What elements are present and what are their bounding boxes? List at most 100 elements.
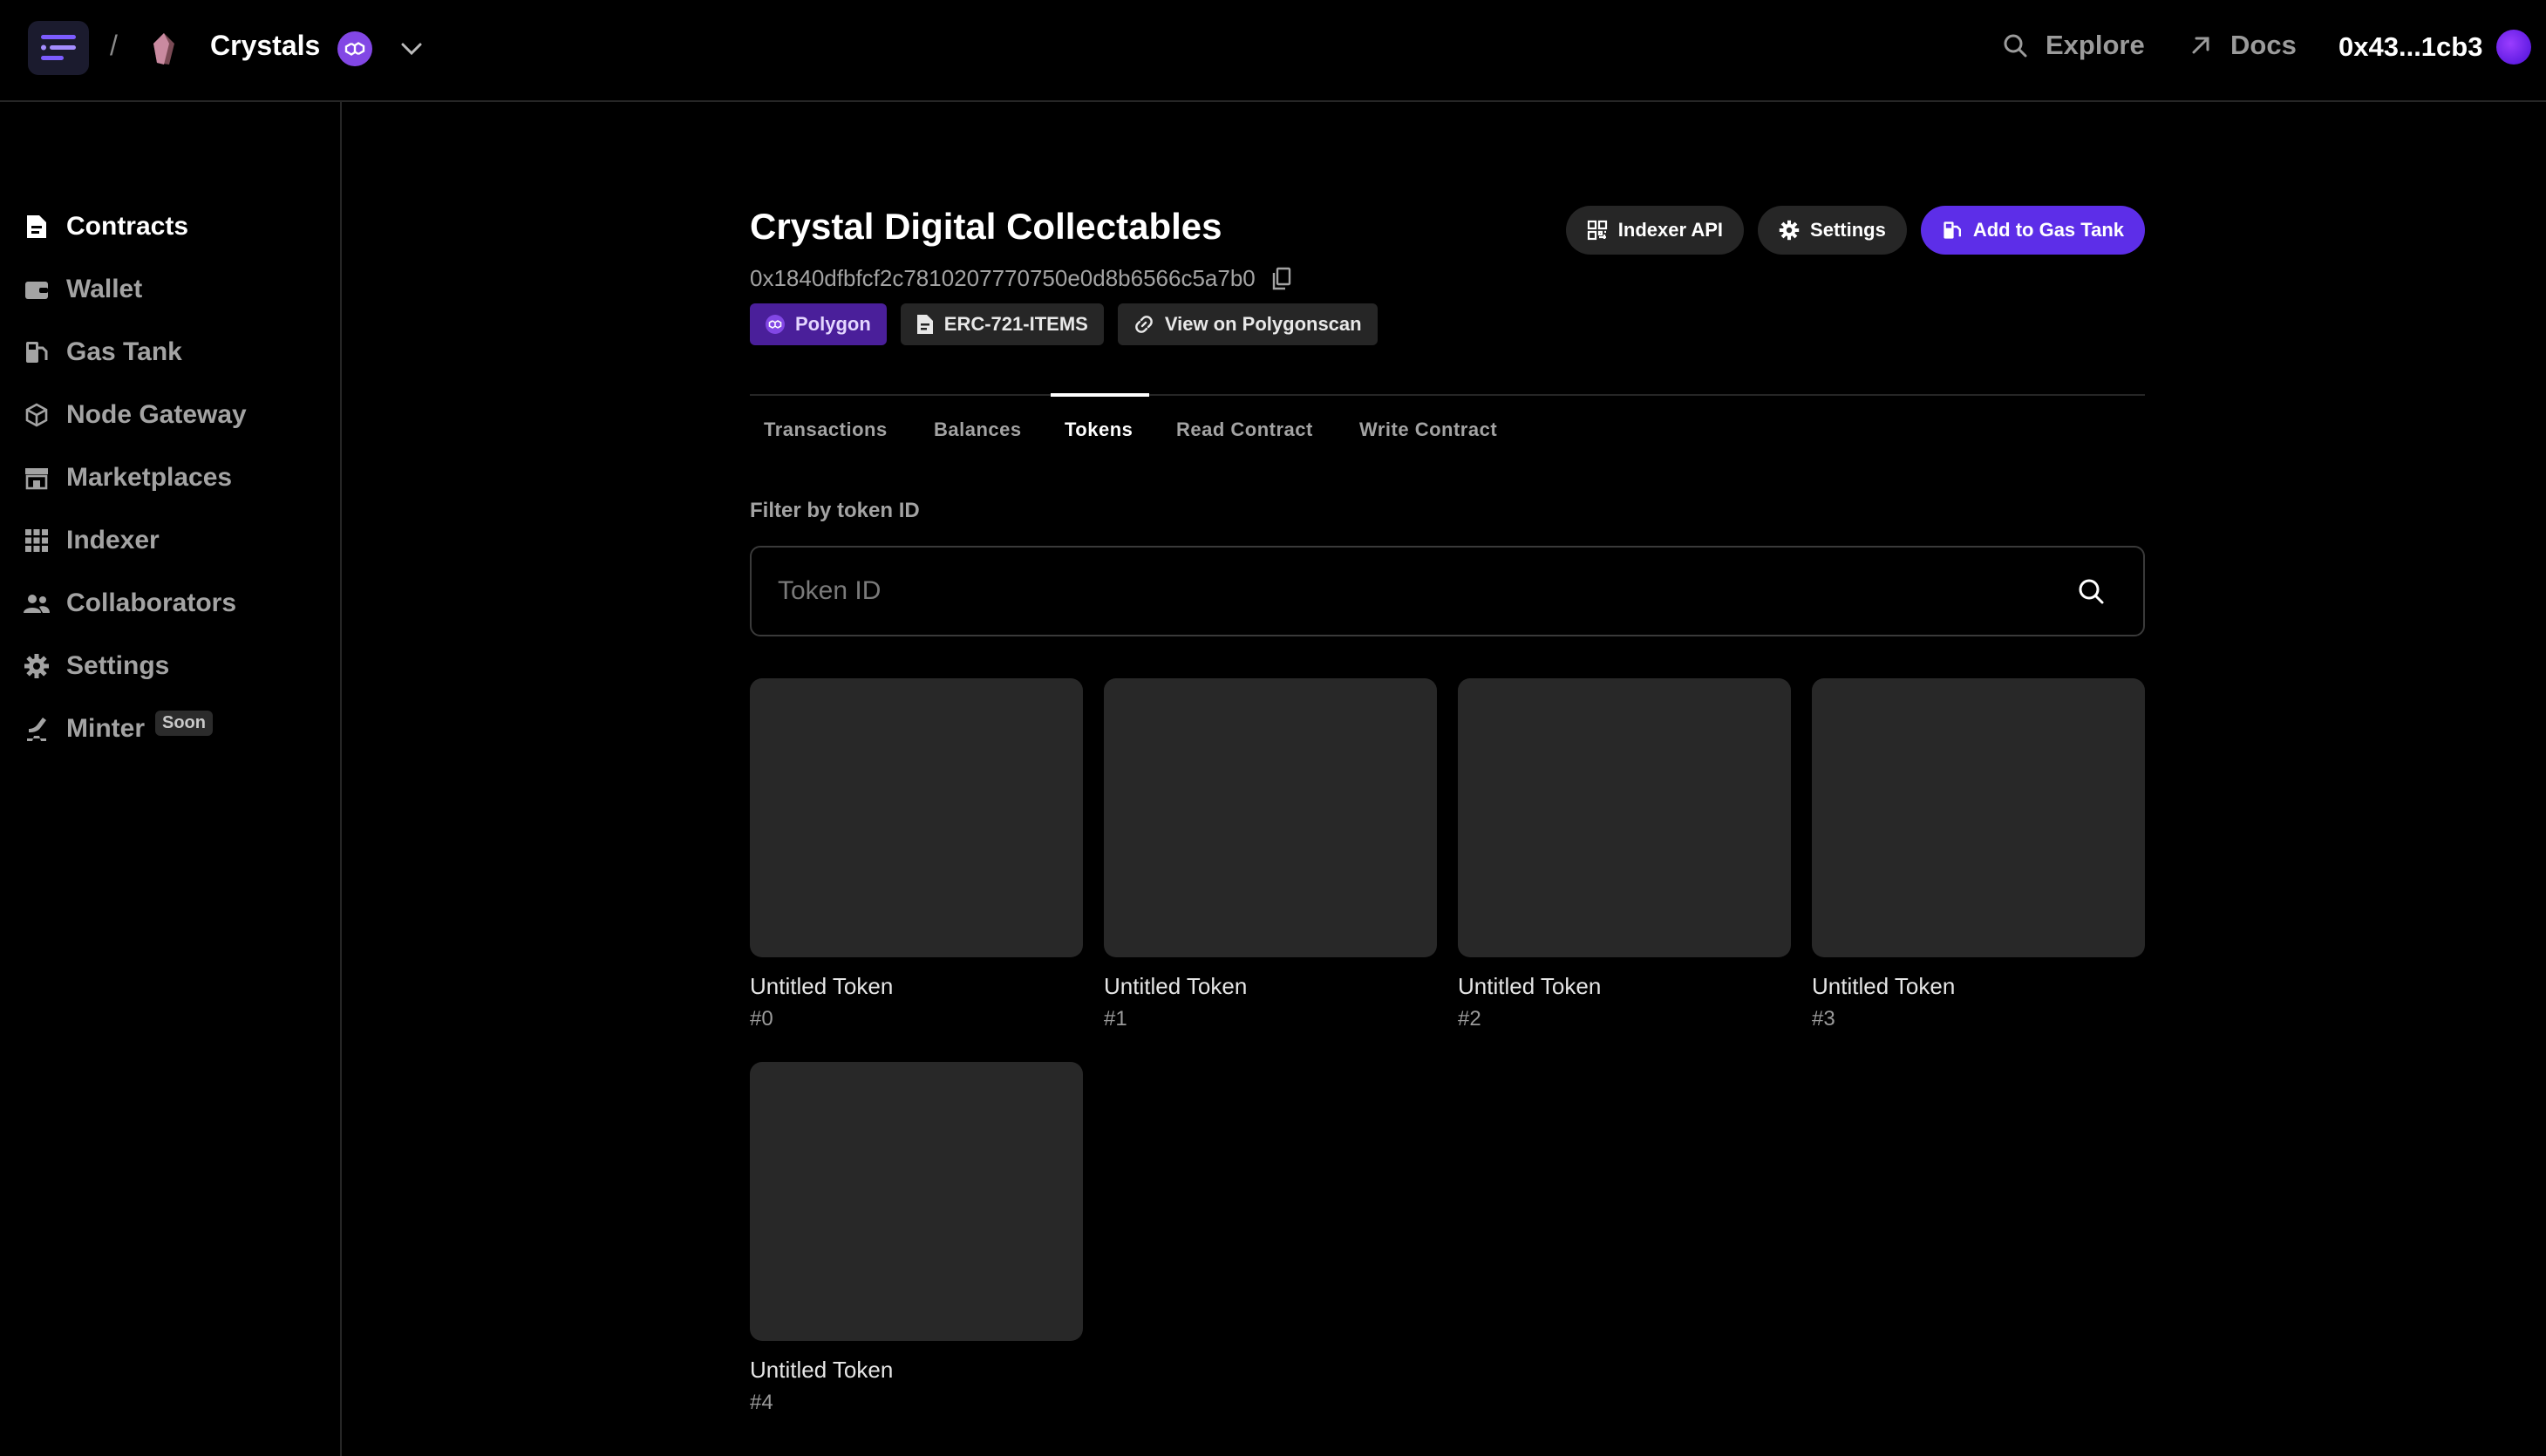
gas-pump-icon xyxy=(1942,220,1963,241)
storefront-icon xyxy=(23,464,51,492)
wallet-avatar xyxy=(2496,30,2532,65)
token-name: Untitled Token xyxy=(1458,973,1602,999)
contract-address: 0x1840dfbfcf2c7810207770750e0d8b6566c5a7… xyxy=(750,265,1256,291)
indexer-api-button[interactable]: Indexer API xyxy=(1565,206,1745,255)
grid-icon xyxy=(23,527,51,555)
sidebar-item-label: Marketplaces xyxy=(66,463,233,492)
token-card[interactable]: Untitled Token #2 xyxy=(1458,678,1791,1031)
sidebar-item-gas-tank[interactable]: Gas Tank xyxy=(23,331,182,373)
token-id: #0 xyxy=(750,1007,773,1031)
gear-icon xyxy=(23,652,51,680)
polygon-icon xyxy=(766,315,785,334)
sidebar-item-node-gateway[interactable]: Node Gateway xyxy=(23,394,247,436)
sidebar-item-indexer[interactable]: Indexer xyxy=(23,520,160,561)
sidebar-item-label: Settings xyxy=(66,651,170,680)
gear-icon xyxy=(1779,220,1800,241)
token-id: #4 xyxy=(750,1391,773,1414)
token-card[interactable]: Untitled Token #3 xyxy=(1812,678,2145,1031)
active-tab-indicator xyxy=(1051,393,1149,397)
contract-type-label: ERC-721-ITEMS xyxy=(943,313,1088,335)
token-id-search xyxy=(750,546,2145,636)
docs-link[interactable]: Docs xyxy=(2189,30,2297,61)
token-id-input[interactable] xyxy=(778,548,2033,635)
sidebar-item-label: Wallet xyxy=(66,275,143,303)
wallet-icon xyxy=(23,276,51,303)
token-id: #2 xyxy=(1458,1007,1481,1031)
link-icon xyxy=(1133,314,1154,335)
explorer-link-label: View on Polygonscan xyxy=(1164,313,1362,335)
tab-balances[interactable]: Balances xyxy=(934,418,1022,441)
contract-address-row: 0x1840dfbfcf2c7810207770750e0d8b6566c5a7… xyxy=(750,265,1292,292)
contract-type-badge: ERC-721-ITEMS xyxy=(900,303,1104,345)
sidebar-item-label: Gas Tank xyxy=(66,337,182,366)
token-id: #1 xyxy=(1104,1007,1127,1031)
token-card[interactable]: Untitled Token #4 xyxy=(750,1062,1083,1415)
top-bar: / Crystals Explore Docs 0x43...1cb3 xyxy=(0,0,2546,102)
copy-icon[interactable] xyxy=(1271,267,1292,291)
tab-read-contract[interactable]: Read Contract xyxy=(1176,418,1313,441)
token-image[interactable] xyxy=(1812,678,2145,957)
sidebar-item-label: Indexer xyxy=(66,526,160,555)
contract-icon xyxy=(916,314,934,335)
breadcrumb-separator: / xyxy=(110,30,118,61)
contract-badges: Polygon ERC-721-ITEMS View on Polygonsca… xyxy=(750,303,1378,345)
sidebar-item-minter[interactable]: Minter Soon xyxy=(23,708,213,750)
tab-write-contract[interactable]: Write Contract xyxy=(1359,418,1497,441)
contract-tabs: Transactions Balances Tokens Read Contra… xyxy=(750,394,2145,464)
token-name: Untitled Token xyxy=(1104,973,1248,999)
users-icon xyxy=(23,589,51,617)
add-to-gas-tank-label: Add to Gas Tank xyxy=(1972,219,2124,241)
sidebar-item-label: Minter xyxy=(66,714,145,743)
sidebar-item-contracts[interactable]: Contracts xyxy=(23,206,188,248)
token-card[interactable]: Untitled Token #0 xyxy=(750,678,1083,1031)
sidebar-item-label: Contracts xyxy=(66,212,189,241)
qr-grid-icon xyxy=(1587,220,1608,241)
chevron-down-icon[interactable] xyxy=(398,35,425,63)
sidebar-item-marketplaces[interactable]: Marketplaces xyxy=(23,457,232,499)
filter-label: Filter by token ID xyxy=(750,499,920,522)
hammer-icon xyxy=(23,715,51,743)
contract-actions: Indexer API Settings Add to Gas Tank xyxy=(1565,206,2145,255)
wallet-button[interactable]: 0x43...1cb3 xyxy=(2338,30,2532,65)
app-logo-icon[interactable] xyxy=(28,21,89,75)
sidebar-item-collaborators[interactable]: Collaborators xyxy=(23,582,236,624)
network-badge: Polygon xyxy=(750,303,887,345)
polygon-chain-icon xyxy=(337,31,372,66)
token-image[interactable] xyxy=(1104,678,1437,957)
tab-transactions[interactable]: Transactions xyxy=(764,418,888,441)
token-image[interactable] xyxy=(1458,678,1791,957)
token-id: #3 xyxy=(1812,1007,1835,1031)
indexer-api-label: Indexer API xyxy=(1617,219,1724,241)
tab-tokens[interactable]: Tokens xyxy=(1065,418,1133,441)
search-icon xyxy=(2002,32,2028,58)
soon-badge: Soon xyxy=(155,710,213,736)
explore-label: Explore xyxy=(2046,30,2145,60)
network-badge-label: Polygon xyxy=(795,313,871,335)
contract-icon xyxy=(23,213,51,241)
token-image[interactable] xyxy=(750,1062,1083,1341)
sidebar-item-label: Collaborators xyxy=(66,589,237,617)
wallet-address: 0x43...1cb3 xyxy=(2338,31,2483,62)
token-name: Untitled Token xyxy=(750,973,894,999)
sidebar-item-wallet[interactable]: Wallet xyxy=(23,269,142,310)
project-avatar[interactable] xyxy=(150,31,178,66)
search-icon[interactable] xyxy=(2077,577,2105,605)
token-card[interactable]: Untitled Token #1 xyxy=(1104,678,1437,1031)
explore-link[interactable]: Explore xyxy=(2002,30,2145,61)
explorer-link[interactable]: View on Polygonscan xyxy=(1117,303,1378,345)
sidebar-item-label: Node Gateway xyxy=(66,400,247,429)
settings-label: Settings xyxy=(1810,219,1886,241)
sidebar-item-settings[interactable]: Settings xyxy=(23,645,169,687)
settings-button[interactable]: Settings xyxy=(1758,206,1907,255)
token-image[interactable] xyxy=(750,678,1083,957)
token-name: Untitled Token xyxy=(1812,973,1956,999)
docs-label: Docs xyxy=(2230,30,2297,60)
cube-icon xyxy=(23,401,51,429)
page-title: Crystal Digital Collectables xyxy=(750,206,1222,247)
token-name: Untitled Token xyxy=(750,1357,894,1383)
add-to-gas-tank-button[interactable]: Add to Gas Tank xyxy=(1920,206,2145,255)
sidebar: Contracts Wallet Gas Tank Node Gateway M… xyxy=(0,102,342,1456)
project-name[interactable]: Crystals xyxy=(210,30,320,62)
arrow-up-right-icon xyxy=(2189,33,2213,58)
gas-pump-icon xyxy=(23,338,51,366)
